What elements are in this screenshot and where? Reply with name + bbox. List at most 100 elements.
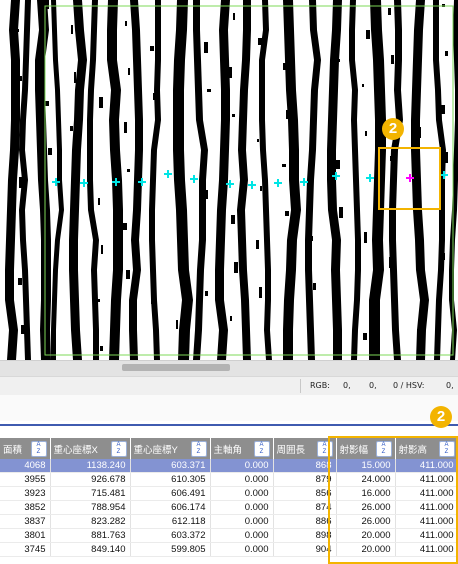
noise-speck (22, 224, 25, 227)
callout-badge-image: 2 (382, 118, 404, 140)
noise-speck (284, 312, 286, 323)
table-cell: 0.000 (210, 472, 274, 487)
sort-az-icon[interactable]: AZ (190, 441, 207, 457)
noise-speck (206, 190, 208, 199)
centroid-marker[interactable] (164, 170, 172, 178)
noise-speck (21, 325, 25, 334)
noise-speck (365, 131, 367, 136)
noise-speck (337, 59, 340, 62)
noise-speck (73, 173, 76, 180)
panel-spacer (0, 395, 458, 421)
stripe-region (349, 0, 361, 360)
noise-speck (19, 177, 22, 188)
sort-az-icon[interactable]: AZ (253, 441, 270, 457)
noise-speck (17, 29, 19, 32)
stripe-region (237, 0, 251, 360)
rgb-g-value: 0, (369, 381, 377, 390)
table-cell: 603.371 (130, 459, 211, 473)
column-header-centroid-x[interactable]: 重心座標X A Z (50, 438, 131, 459)
noise-speck (97, 299, 100, 302)
noise-speck (335, 261, 337, 266)
sort-az-icon[interactable]: AZ (110, 441, 127, 457)
table-cell: 606.491 (130, 486, 211, 501)
noise-speck (127, 169, 130, 172)
noise-speck (363, 333, 367, 340)
noise-speck (313, 283, 316, 290)
noise-speck (151, 295, 154, 304)
table-cell: 874 (273, 500, 337, 515)
column-header-centroid-y[interactable]: 重心座標Y A Z (130, 438, 211, 459)
noise-speck (419, 127, 421, 138)
table-cell: 856 (273, 486, 337, 501)
noise-speck (153, 93, 157, 100)
table-cell: 0.000 (210, 528, 274, 543)
noise-speck (259, 287, 262, 298)
noise-speck (336, 160, 340, 169)
column-label: 主軸角 (213, 444, 243, 456)
centroid-marker[interactable] (274, 179, 282, 187)
centroid-marker[interactable] (190, 175, 198, 183)
noise-speck (366, 30, 370, 39)
stripe-region (215, 0, 230, 360)
sort-az-icon[interactable]: AZ (30, 441, 47, 457)
table-cell: 3955 (0, 472, 51, 487)
noise-speck (124, 122, 127, 133)
column-header-area[interactable]: 面積 A Z (0, 438, 51, 459)
status-bar: RGB: 0, 0, 0 / HSV: 0, (0, 376, 458, 396)
centroid-marker[interactable] (300, 178, 308, 186)
scrollbar-thumb[interactable] (122, 364, 230, 371)
noise-speck (126, 270, 130, 279)
noise-speck (123, 223, 127, 230)
noise-speck (338, 308, 340, 315)
table-cell: 849.140 (50, 542, 131, 557)
noise-speck (260, 186, 262, 191)
noise-speck (231, 215, 235, 224)
stripe-region (259, 0, 272, 360)
stripe-region (305, 0, 321, 360)
noise-speck (128, 68, 130, 75)
stripe-region (327, 0, 342, 360)
noise-speck (46, 0, 49, 9)
noise-speck (418, 228, 421, 235)
noise-speck (178, 118, 181, 125)
stripe-region (35, 0, 51, 360)
noise-speck (443, 253, 445, 260)
table-cell: 3852 (0, 500, 51, 515)
noise-speck (74, 72, 76, 83)
table-cell: 868 (273, 459, 337, 473)
noise-speck (392, 304, 394, 307)
noise-speck (154, 342, 157, 353)
noise-speck (311, 135, 313, 144)
table-cell: 0.000 (210, 514, 274, 529)
noise-speck (364, 232, 367, 243)
noise-speck (388, 8, 391, 15)
centroid-marker[interactable] (248, 181, 256, 189)
noise-speck (258, 38, 262, 45)
table-cell: 3837 (0, 514, 51, 529)
centroid-marker[interactable] (80, 179, 88, 187)
noise-speck (48, 148, 52, 155)
table-cell: 610.305 (130, 472, 211, 487)
noise-speck (310, 236, 313, 241)
column-label: 周囲長 (276, 444, 306, 456)
table-cell: 0.000 (210, 542, 274, 557)
table-cell: 886 (273, 514, 337, 529)
table-cell: 1138.240 (50, 459, 131, 473)
callout-box-table (328, 436, 458, 564)
noise-speck (20, 76, 22, 81)
table-cell: 3923 (0, 486, 51, 501)
noise-speck (441, 105, 445, 114)
noise-speck (101, 245, 103, 254)
noise-speck (99, 97, 103, 108)
callout-badge-table: 2 (430, 406, 452, 428)
noise-speck (445, 51, 448, 56)
table-cell: 788.954 (50, 500, 131, 515)
noise-speck (285, 211, 289, 216)
horizontal-scrollbar[interactable] (0, 360, 458, 376)
centroid-marker[interactable] (366, 174, 374, 182)
noise-speck (18, 278, 22, 285)
column-header-perimeter[interactable]: 周囲長 A Z (273, 438, 337, 459)
column-header-principal-angle[interactable]: 主軸角 A Z (210, 438, 274, 459)
noise-speck (71, 25, 73, 34)
noise-speck (47, 249, 49, 252)
